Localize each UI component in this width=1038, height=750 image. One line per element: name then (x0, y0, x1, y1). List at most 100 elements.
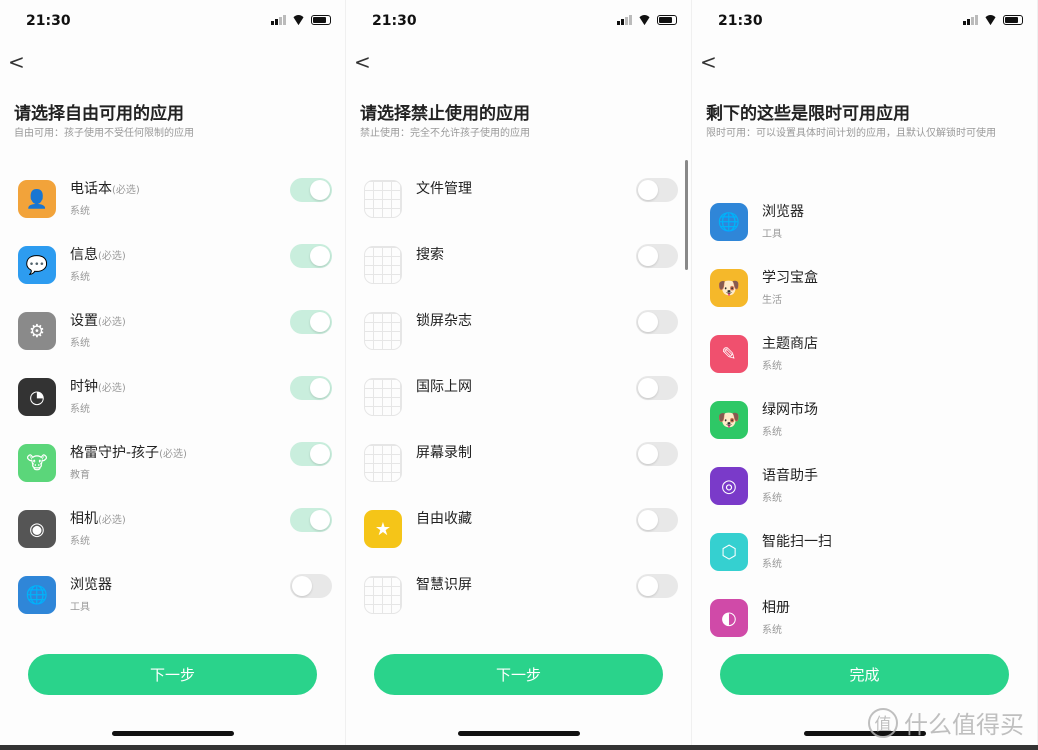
clock-icon: ◔ (18, 378, 56, 416)
placeholder-icon (364, 312, 402, 350)
battery-icon (311, 15, 331, 25)
next-button[interactable]: 下一步 (28, 654, 317, 695)
app-name: 时钟(必选) (70, 379, 126, 395)
app-category: 系统 (762, 559, 782, 570)
done-button[interactable]: 完成 (720, 654, 1009, 695)
app-toggle[interactable] (636, 508, 678, 532)
back-button[interactable]: < (8, 50, 25, 74)
app-list-item: 国际上网 (346, 376, 691, 444)
app-toggle[interactable] (290, 508, 332, 532)
app-category: 系统 (70, 206, 90, 217)
required-label: (必选) (98, 251, 126, 262)
app-name: 电话本(必选) (70, 181, 140, 197)
required-label: (必选) (159, 449, 187, 460)
app-name: 语音助手 (762, 468, 818, 484)
status-time: 21:30 (372, 13, 417, 29)
app-name: 智能扫一扫 (762, 534, 832, 550)
theme-store-icon: ✎ (710, 335, 748, 373)
back-button[interactable]: < (700, 50, 717, 74)
placeholder-icon (364, 378, 402, 416)
status-icons (271, 15, 331, 25)
screen-2: 21:30 < 请选择禁止使用的应用 禁止使用：完全不允许孩子使用的应用 文件管… (346, 0, 692, 745)
app-toggle[interactable] (636, 574, 678, 598)
app-toggle[interactable] (290, 178, 332, 202)
app-toggle[interactable] (290, 574, 332, 598)
wifi-icon (638, 15, 651, 25)
app-list-item: 锁屏杂志 (346, 310, 691, 378)
app-name: 学习宝盒 (762, 270, 818, 286)
app-list-item: 🐶 学习宝盒 生活 (692, 269, 1037, 335)
app-list-item: 屏幕录制 (346, 442, 691, 510)
signal-icon (271, 15, 286, 25)
app-list-item: ⬡ 智能扫一扫 系统 (692, 533, 1037, 599)
app-toggle[interactable] (636, 376, 678, 400)
placeholder-icon (364, 246, 402, 284)
app-list-item: ◎ 语音助手 系统 (692, 467, 1037, 533)
app-category: 系统 (70, 404, 90, 415)
app-list-item: ★ 自由收藏 (346, 508, 691, 576)
next-button[interactable]: 下一步 (374, 654, 663, 695)
app-toggle[interactable] (636, 310, 678, 334)
app-name: 绿网市场 (762, 402, 818, 418)
app-name: 格雷守护-孩子(必选) (70, 445, 187, 461)
app-category: 系统 (70, 272, 90, 283)
study-box-icon: 🐶 (710, 269, 748, 307)
scrollbar[interactable] (685, 160, 688, 270)
app-category: 生活 (762, 295, 782, 306)
app-category: 系统 (762, 493, 782, 504)
app-list-item: ✎ 主题商店 系统 (692, 335, 1037, 401)
required-label: (必选) (112, 185, 140, 196)
home-indicator (112, 731, 234, 736)
watermark: 值什么值得买 (868, 705, 1024, 740)
settings-icon: ⚙ (18, 312, 56, 350)
required-label: (必选) (98, 383, 126, 394)
status-time: 21:30 (718, 13, 763, 29)
app-list-item: ◔ 时钟(必选) 系统 (0, 376, 345, 444)
app-toggle[interactable] (290, 376, 332, 400)
contacts-icon: 👤 (18, 180, 56, 218)
placeholder-icon (364, 180, 402, 218)
app-name: 搜索 (416, 247, 444, 263)
app-name: 智慧识屏 (416, 577, 472, 593)
app-toggle[interactable] (290, 442, 332, 466)
favorites-icon: ★ (364, 510, 402, 548)
browser-icon: 🌐 (710, 203, 748, 241)
app-list-item: 搜索 (346, 244, 691, 312)
app-toggle[interactable] (636, 244, 678, 268)
status-icons (963, 15, 1023, 25)
app-toggle[interactable] (636, 178, 678, 202)
status-time: 21:30 (26, 13, 71, 29)
app-category: 系统 (762, 625, 782, 636)
app-list-item: 🐮 格雷守护-孩子(必选) 教育 (0, 442, 345, 510)
app-category: 系统 (762, 427, 782, 438)
app-name: 自由收藏 (416, 511, 472, 527)
app-list-item: 💬 信息(必选) 系统 (0, 244, 345, 312)
app-toggle[interactable] (290, 310, 332, 334)
app-name: 信息(必选) (70, 247, 126, 263)
page-subtitle: 限时可用：可以设置具体时间计划的应用，且默认仅解锁时可使用 (706, 128, 996, 139)
page-title: 请选择自由可用的应用 (14, 104, 184, 124)
browser-icon: 🌐 (18, 576, 56, 614)
required-label: (必选) (98, 317, 126, 328)
back-button[interactable]: < (354, 50, 371, 74)
app-toggle[interactable] (636, 442, 678, 466)
placeholder-icon (364, 576, 402, 614)
wifi-icon (292, 15, 305, 25)
app-name: 相册 (762, 600, 790, 616)
app-name: 浏览器 (70, 577, 112, 593)
page-subtitle: 自由可用：孩子使用不受任何限制的应用 (14, 128, 194, 139)
app-toggle[interactable] (290, 244, 332, 268)
app-name: 主题商店 (762, 336, 818, 352)
app-name: 屏幕录制 (416, 445, 472, 461)
placeholder-icon (364, 444, 402, 482)
app-list-item: 🐶 绿网市场 系统 (692, 401, 1037, 467)
app-name: 国际上网 (416, 379, 472, 395)
app-list-item: ◉ 相机(必选) 系统 (0, 508, 345, 576)
signal-icon (617, 15, 632, 25)
page-title: 请选择禁止使用的应用 (360, 104, 530, 124)
app-list-item: 🌐 浏览器 工具 (692, 203, 1037, 269)
app-list-item: 🌐 浏览器 工具 (0, 574, 345, 642)
bottom-strip (0, 745, 1038, 750)
app-name: 浏览器 (762, 204, 804, 220)
app-category: 教育 (70, 470, 90, 481)
